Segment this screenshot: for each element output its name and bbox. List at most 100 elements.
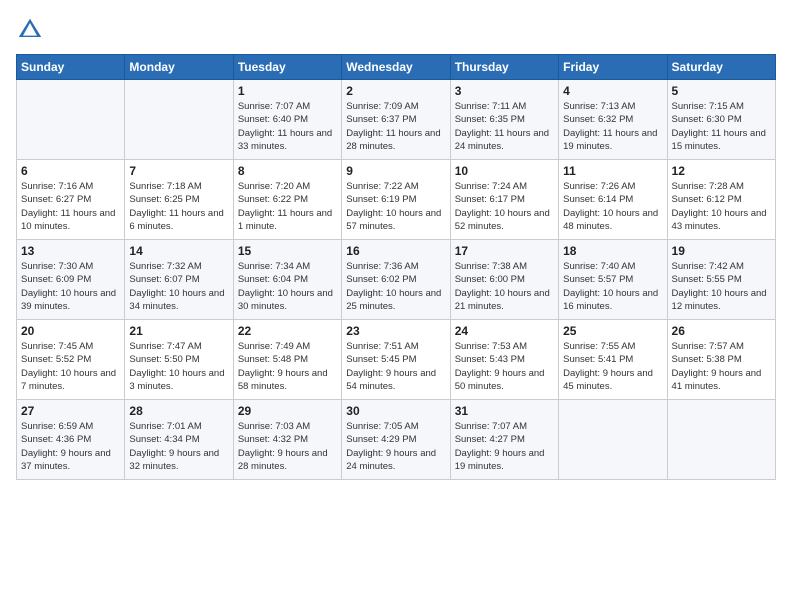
day-number: 4 — [563, 84, 662, 98]
day-info: Sunrise: 7:30 AMSunset: 6:09 PMDaylight:… — [21, 260, 120, 313]
day-number: 6 — [21, 164, 120, 178]
day-number: 8 — [238, 164, 337, 178]
day-header-tuesday: Tuesday — [233, 55, 341, 80]
day-header-saturday: Saturday — [667, 55, 775, 80]
day-number: 5 — [672, 84, 771, 98]
day-info: Sunrise: 7:51 AMSunset: 5:45 PMDaylight:… — [346, 340, 445, 393]
calendar-cell: 13 Sunrise: 7:30 AMSunset: 6:09 PMDayligh… — [17, 240, 125, 320]
day-info: Sunrise: 7:55 AMSunset: 5:41 PMDaylight:… — [563, 340, 662, 393]
calendar-cell: 17 Sunrise: 7:38 AMSunset: 6:00 PMDayligh… — [450, 240, 558, 320]
calendar-cell: 21 Sunrise: 7:47 AMSunset: 5:50 PMDayligh… — [125, 320, 233, 400]
calendar-cell: 3 Sunrise: 7:11 AMSunset: 6:35 PMDaylight… — [450, 80, 558, 160]
day-info: Sunrise: 7:09 AMSunset: 6:37 PMDaylight:… — [346, 100, 445, 153]
calendar-cell: 27 Sunrise: 6:59 AMSunset: 4:36 PMDayligh… — [17, 400, 125, 480]
day-info: Sunrise: 7:57 AMSunset: 5:38 PMDaylight:… — [672, 340, 771, 393]
day-number: 29 — [238, 404, 337, 418]
day-number: 20 — [21, 324, 120, 338]
day-info: Sunrise: 7:26 AMSunset: 6:14 PMDaylight:… — [563, 180, 662, 233]
calendar-cell: 10 Sunrise: 7:24 AMSunset: 6:17 PMDayligh… — [450, 160, 558, 240]
day-header-monday: Monday — [125, 55, 233, 80]
day-info: Sunrise: 7:05 AMSunset: 4:29 PMDaylight:… — [346, 420, 445, 473]
calendar-cell: 29 Sunrise: 7:03 AMSunset: 4:32 PMDayligh… — [233, 400, 341, 480]
day-number: 3 — [455, 84, 554, 98]
day-info: Sunrise: 7:01 AMSunset: 4:34 PMDaylight:… — [129, 420, 228, 473]
calendar-cell: 4 Sunrise: 7:13 AMSunset: 6:32 PMDaylight… — [559, 80, 667, 160]
day-number: 24 — [455, 324, 554, 338]
day-number: 17 — [455, 244, 554, 258]
calendar-cell — [17, 80, 125, 160]
calendar-week-4: 20 Sunrise: 7:45 AMSunset: 5:52 PMDayligh… — [17, 320, 776, 400]
calendar-cell: 11 Sunrise: 7:26 AMSunset: 6:14 PMDayligh… — [559, 160, 667, 240]
calendar-cell: 30Sunrise: 7:05 AMSunset: 4:29 PMDayligh… — [342, 400, 450, 480]
calendar-cell: 14 Sunrise: 7:32 AMSunset: 6:07 PMDayligh… — [125, 240, 233, 320]
day-header-thursday: Thursday — [450, 55, 558, 80]
calendar-week-2: 6 Sunrise: 7:16 AMSunset: 6:27 PMDaylight… — [17, 160, 776, 240]
calendar-cell: 24Sunrise: 7:53 AMSunset: 5:43 PMDayligh… — [450, 320, 558, 400]
day-info: Sunrise: 7:38 AMSunset: 6:00 PMDaylight:… — [455, 260, 554, 313]
calendar-cell — [667, 400, 775, 480]
day-info: Sunrise: 7:49 AMSunset: 5:48 PMDaylight:… — [238, 340, 337, 393]
day-number: 12 — [672, 164, 771, 178]
day-info: Sunrise: 7:36 AMSunset: 6:02 PMDaylight:… — [346, 260, 445, 313]
day-number: 31 — [455, 404, 554, 418]
day-number: 25 — [563, 324, 662, 338]
day-info: Sunrise: 7:13 AMSunset: 6:32 PMDaylight:… — [563, 100, 662, 153]
day-number: 21 — [129, 324, 228, 338]
day-number: 23 — [346, 324, 445, 338]
day-info: Sunrise: 7:11 AMSunset: 6:35 PMDaylight:… — [455, 100, 554, 153]
day-number: 9 — [346, 164, 445, 178]
day-number: 18 — [563, 244, 662, 258]
calendar-cell: 19Sunrise: 7:42 AMSunset: 5:55 PMDayligh… — [667, 240, 775, 320]
day-info: Sunrise: 7:47 AMSunset: 5:50 PMDaylight:… — [129, 340, 228, 393]
calendar-week-5: 27 Sunrise: 6:59 AMSunset: 4:36 PMDayligh… — [17, 400, 776, 480]
day-header-wednesday: Wednesday — [342, 55, 450, 80]
calendar-cell: 31 Sunrise: 7:07 AMSunset: 4:27 PMDayligh… — [450, 400, 558, 480]
day-info: Sunrise: 7:32 AMSunset: 6:07 PMDaylight:… — [129, 260, 228, 313]
day-info: Sunrise: 7:24 AMSunset: 6:17 PMDaylight:… — [455, 180, 554, 233]
header-row: SundayMondayTuesdayWednesdayThursdayFrid… — [17, 55, 776, 80]
day-number: 19 — [672, 244, 771, 258]
day-info: Sunrise: 7:03 AMSunset: 4:32 PMDaylight:… — [238, 420, 337, 473]
calendar-week-3: 13 Sunrise: 7:30 AMSunset: 6:09 PMDayligh… — [17, 240, 776, 320]
day-info: Sunrise: 7:34 AMSunset: 6:04 PMDaylight:… — [238, 260, 337, 313]
day-info: Sunrise: 7:07 AMSunset: 6:40 PMDaylight:… — [238, 100, 337, 153]
day-info: Sunrise: 7:40 AMSunset: 5:57 PMDaylight:… — [563, 260, 662, 313]
calendar-cell: 18 Sunrise: 7:40 AMSunset: 5:57 PMDayligh… — [559, 240, 667, 320]
day-number: 14 — [129, 244, 228, 258]
day-info: Sunrise: 7:16 AMSunset: 6:27 PMDaylight:… — [21, 180, 120, 233]
day-info: Sunrise: 6:59 AMSunset: 4:36 PMDaylight:… — [21, 420, 120, 473]
day-number: 15 — [238, 244, 337, 258]
calendar-cell: 20 Sunrise: 7:45 AMSunset: 5:52 PMDayligh… — [17, 320, 125, 400]
calendar-cell: 25 Sunrise: 7:55 AMSunset: 5:41 PMDayligh… — [559, 320, 667, 400]
logo — [16, 16, 48, 44]
calendar-cell: 5 Sunrise: 7:15 AMSunset: 6:30 PMDaylight… — [667, 80, 775, 160]
day-info: Sunrise: 7:07 AMSunset: 4:27 PMDaylight:… — [455, 420, 554, 473]
calendar-cell: 1 Sunrise: 7:07 AMSunset: 6:40 PMDaylight… — [233, 80, 341, 160]
day-number: 7 — [129, 164, 228, 178]
day-number: 10 — [455, 164, 554, 178]
calendar-cell: 9 Sunrise: 7:22 AMSunset: 6:19 PMDaylight… — [342, 160, 450, 240]
day-info: Sunrise: 7:22 AMSunset: 6:19 PMDaylight:… — [346, 180, 445, 233]
day-number: 13 — [21, 244, 120, 258]
calendar-cell: 2 Sunrise: 7:09 AMSunset: 6:37 PMDaylight… — [342, 80, 450, 160]
day-number: 1 — [238, 84, 337, 98]
day-number: 27 — [21, 404, 120, 418]
day-info: Sunrise: 7:20 AMSunset: 6:22 PMDaylight:… — [238, 180, 337, 233]
calendar-table: SundayMondayTuesdayWednesdayThursdayFrid… — [16, 54, 776, 480]
calendar-cell: 28 Sunrise: 7:01 AMSunset: 4:34 PMDayligh… — [125, 400, 233, 480]
day-number: 11 — [563, 164, 662, 178]
day-number: 16 — [346, 244, 445, 258]
calendar-cell: 12Sunrise: 7:28 AMSunset: 6:12 PMDayligh… — [667, 160, 775, 240]
day-number: 28 — [129, 404, 228, 418]
page-header — [16, 16, 776, 44]
calendar-cell: 6 Sunrise: 7:16 AMSunset: 6:27 PMDaylight… — [17, 160, 125, 240]
day-number: 2 — [346, 84, 445, 98]
logo-icon — [16, 16, 44, 44]
calendar-week-1: 1 Sunrise: 7:07 AMSunset: 6:40 PMDaylight… — [17, 80, 776, 160]
day-header-friday: Friday — [559, 55, 667, 80]
calendar-cell: 26 Sunrise: 7:57 AMSunset: 5:38 PMDayligh… — [667, 320, 775, 400]
day-info: Sunrise: 7:45 AMSunset: 5:52 PMDaylight:… — [21, 340, 120, 393]
day-info: Sunrise: 7:15 AMSunset: 6:30 PMDaylight:… — [672, 100, 771, 153]
calendar-cell: 16 Sunrise: 7:36 AMSunset: 6:02 PMDayligh… — [342, 240, 450, 320]
day-number: 26 — [672, 324, 771, 338]
